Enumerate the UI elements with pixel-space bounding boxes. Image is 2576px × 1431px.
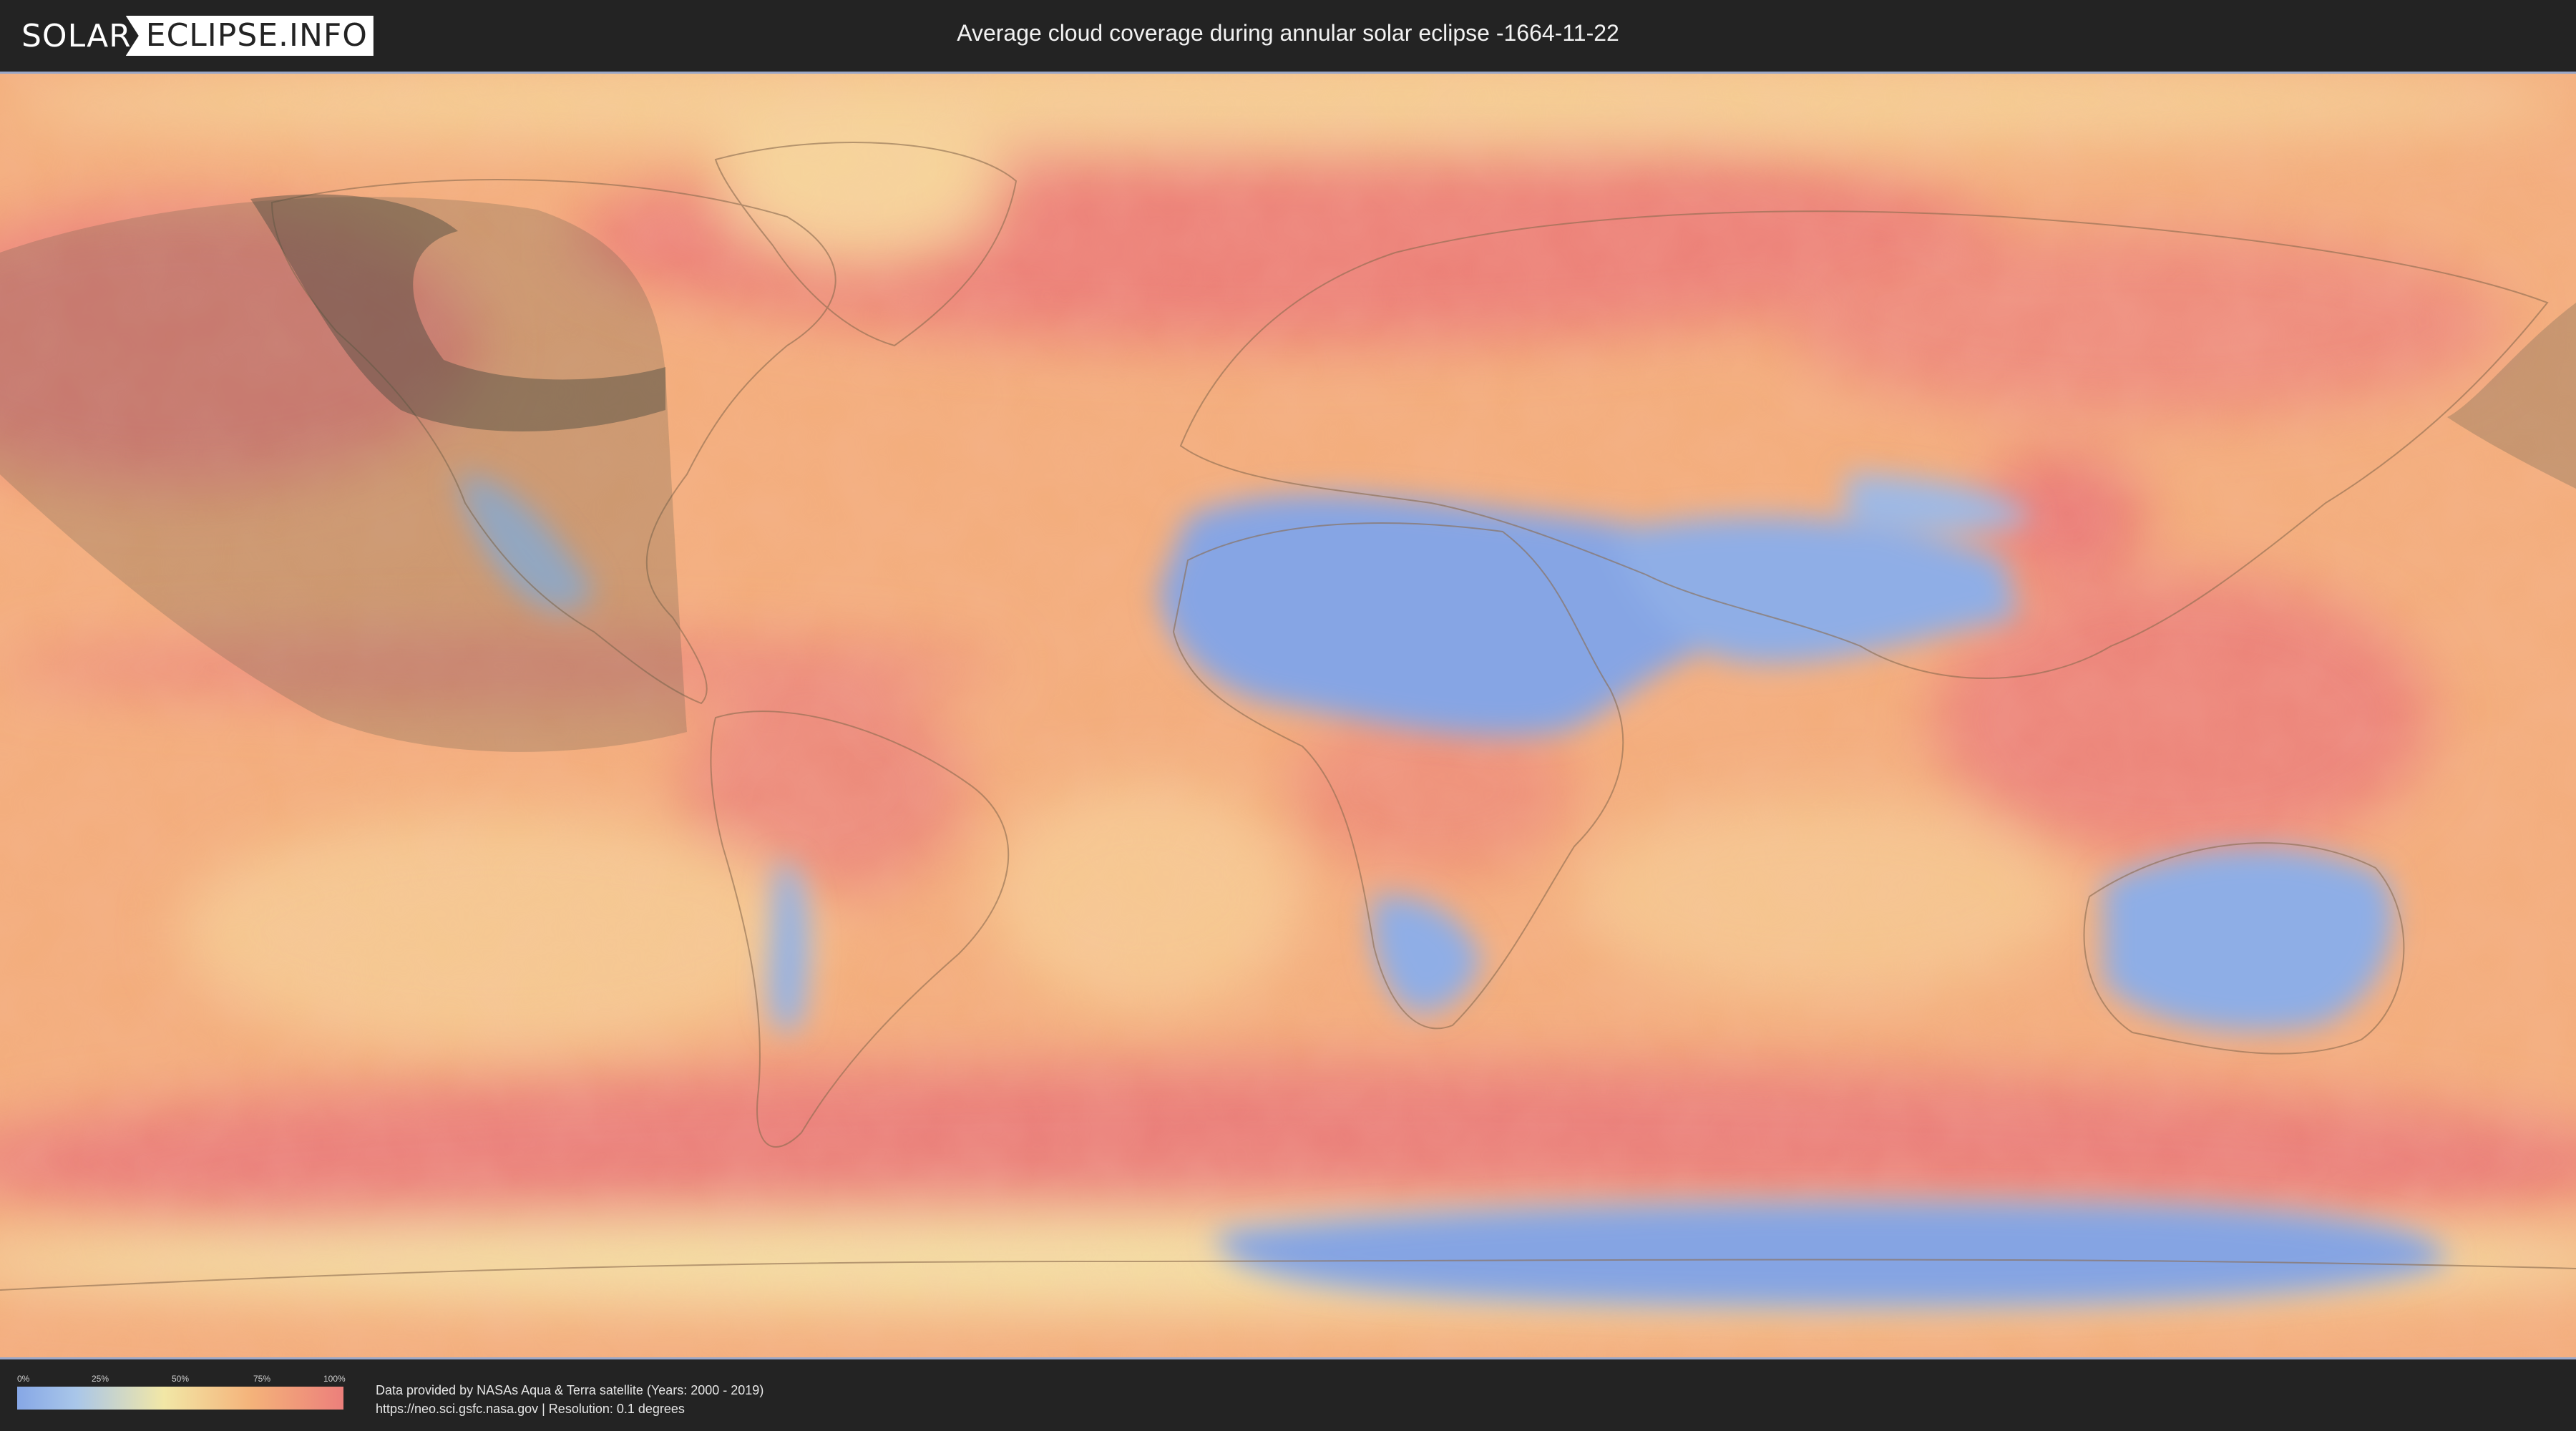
credit-line-url[interactable]: https://neo.sci.gsfc.nasa.gov | Resoluti… xyxy=(376,1400,763,1418)
clear-australia xyxy=(2104,848,2394,1031)
cloud-coverage-map[interactable] xyxy=(0,72,2576,1359)
header-bar: SOLAR ECLIPSE.INFO Average cloud coverag… xyxy=(0,0,2576,72)
legend-tick-0: 0% xyxy=(17,1374,30,1384)
legend-tick-25: 25% xyxy=(92,1374,109,1384)
footer-bar: 0% 25% 50% 75% 100% Data provided by NAS… xyxy=(0,1359,2576,1431)
clear-antarctica xyxy=(1216,1201,2447,1307)
legend-ticks: 0% 25% 50% 75% 100% xyxy=(17,1374,346,1387)
legend-tick-100: 100% xyxy=(323,1374,346,1384)
legend-tick-50: 50% xyxy=(172,1374,190,1384)
cloud-coverage-legend: 0% 25% 50% 75% 100% xyxy=(17,1374,346,1410)
legend-tick-75: 75% xyxy=(253,1374,271,1384)
credit-line-source: Data provided by NASAs Aqua & Terra sate… xyxy=(376,1383,764,1397)
page-title: Average cloud coverage during annular so… xyxy=(957,20,1619,46)
map-canvas xyxy=(0,74,2576,1357)
legend-color-bar xyxy=(17,1387,343,1410)
data-credits: Data provided by NASAs Aqua & Terra sate… xyxy=(376,1381,763,1418)
